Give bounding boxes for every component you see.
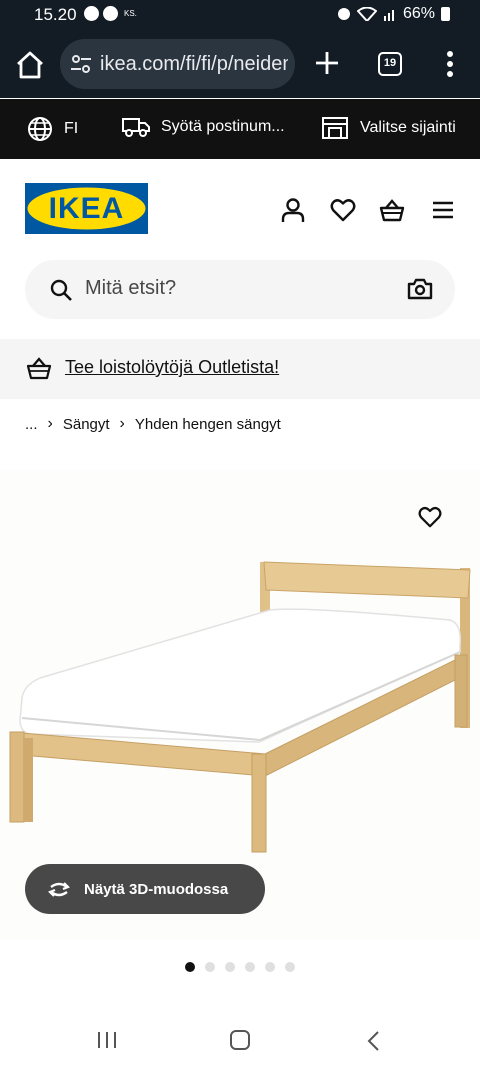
carousel-dot[interactable] <box>245 962 255 972</box>
browser-toolbar: ikea.com/fi/fi/p/neiden-sangynrunko-mant… <box>0 30 480 98</box>
new-tab-icon[interactable] <box>312 48 342 78</box>
rotate-3d-icon <box>48 882 70 897</box>
account-icon <box>84 6 99 21</box>
overflow-menu-icon[interactable] <box>440 50 460 78</box>
alarm-icon <box>337 8 350 20</box>
status-small-label: KS. <box>124 9 137 18</box>
battery-icon <box>441 7 450 21</box>
promo-link[interactable]: Tee loistolöytöjä Outletista! <box>65 357 279 378</box>
store-icon <box>322 117 348 139</box>
view-3d-button[interactable]: Näytä 3D-muodossa <box>25 864 265 914</box>
logo-text: IKEA <box>49 192 125 225</box>
store-selector[interactable]: Valitse sijainti <box>321 116 456 140</box>
wifi-icon <box>356 7 377 21</box>
back-icon[interactable] <box>366 1030 382 1052</box>
chevron-right-icon: › <box>119 415 125 432</box>
search-placeholder: Mitä etsit? <box>85 277 177 299</box>
postal-code-label: Syötä postinum... <box>161 118 285 135</box>
carousel-dot[interactable] <box>225 962 235 972</box>
status-notification-icons: KS. <box>84 6 137 21</box>
url-text[interactable]: ikea.com/fi/fi/p/neiden-sangynrunko-mant… <box>100 53 288 76</box>
carousel-dot[interactable] <box>205 962 215 972</box>
search-input[interactable]: Mitä etsit? <box>25 260 455 319</box>
view-3d-label: Näytä 3D-muodossa <box>84 880 229 898</box>
sync-icon <box>103 6 118 21</box>
search-icon <box>50 279 72 301</box>
camera-icon[interactable] <box>407 277 433 301</box>
hamburger-menu-icon[interactable] <box>430 197 456 223</box>
breadcrumb: ... › Sängyt › Yhden hengen sängyt <box>25 415 281 433</box>
shopping-bag-icon <box>26 357 52 380</box>
tab-switcher-button[interactable]: 19 <box>378 52 402 76</box>
profile-icon[interactable] <box>280 197 306 223</box>
ikea-logo[interactable]: IKEA <box>25 183 148 234</box>
carousel-indicator <box>185 962 295 972</box>
globe-icon <box>28 117 52 141</box>
home-icon[interactable] <box>14 50 46 80</box>
breadcrumb-ellipsis[interactable]: ... <box>25 416 38 433</box>
breadcrumb-item-beds[interactable]: Sängyt <box>63 416 110 433</box>
site-settings-icon[interactable] <box>70 55 92 73</box>
utility-bar: FI Syötä postinum... Valitse sijainti <box>0 99 480 159</box>
carousel-dot[interactable] <box>265 962 275 972</box>
home-button-icon[interactable] <box>229 1030 251 1050</box>
carousel-dot[interactable] <box>285 962 295 972</box>
postal-code-selector[interactable]: Syötä postinum... <box>122 116 285 138</box>
site-header: IKEA <box>0 159 480 259</box>
status-right-icons: 66% <box>337 5 450 23</box>
recent-apps-icon[interactable] <box>96 1030 118 1050</box>
shopping-bag-icon[interactable] <box>379 197 405 223</box>
breadcrumb-item-single-beds[interactable]: Yhden hengen sängyt <box>135 416 281 433</box>
language-selector[interactable]: FI <box>27 116 78 142</box>
language-label: FI <box>64 120 79 137</box>
chevron-right-icon: › <box>47 415 53 432</box>
status-bar: 15.20 KS. 66% <box>0 0 480 30</box>
outlet-promo-banner[interactable]: Tee loistolöytöjä Outletista! <box>0 339 480 399</box>
android-navigation-bar <box>0 1005 480 1070</box>
status-time: 15.20 <box>34 5 77 24</box>
heart-icon[interactable] <box>330 197 356 223</box>
signal-icon <box>383 10 394 21</box>
truck-icon <box>122 118 150 137</box>
store-label: Valitse sijainti <box>360 119 456 136</box>
heart-icon[interactable] <box>418 505 442 529</box>
carousel-dot[interactable] <box>185 962 195 972</box>
battery-percent: 66% <box>402 5 435 22</box>
product-image-carousel[interactable]: Näytä 3D-muodossa <box>0 470 480 940</box>
url-bar[interactable]: ikea.com/fi/fi/p/neiden-sangynrunko-mant… <box>60 39 295 89</box>
